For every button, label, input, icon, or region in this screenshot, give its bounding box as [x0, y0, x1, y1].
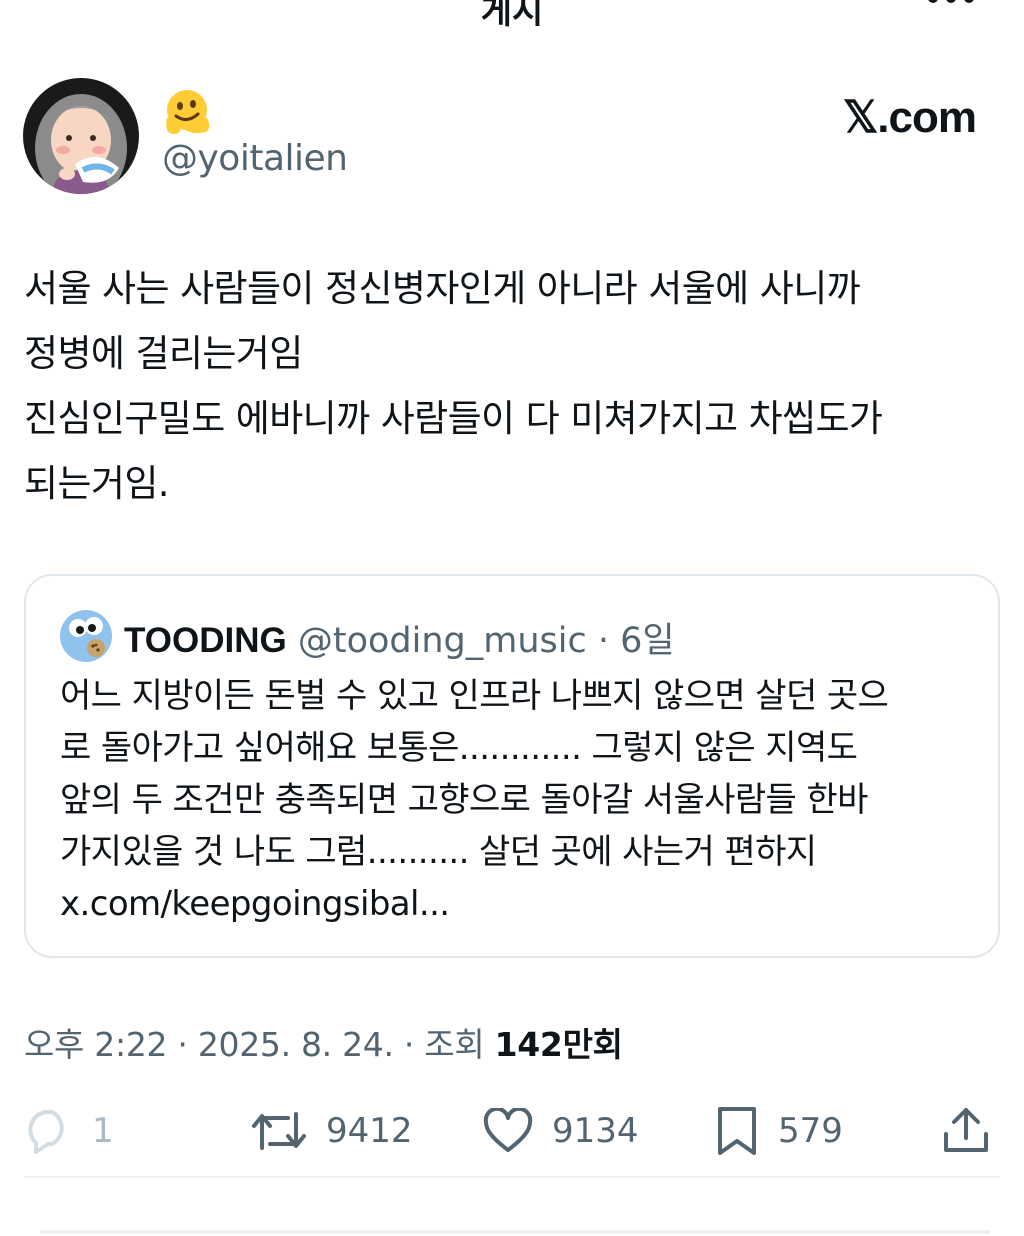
bookmark-button[interactable]: 579 [714, 1098, 843, 1164]
reply-count: 1 [92, 1111, 114, 1151]
bookmark-count: 579 [778, 1111, 843, 1151]
post-date: 2025. 8. 24. [197, 1025, 394, 1064]
quote-text: 어느 지방이든 돈벌 수 있고 인프라 나쁘지 않으면 살던 곳으 로 돌아가고… [60, 676, 889, 924]
quote-avatar [60, 610, 112, 662]
views-label: 조회 [424, 1025, 485, 1064]
quote-header: TOODING @tooding_music · 6일 [124, 612, 675, 663]
x-com-text: .com [877, 93, 977, 142]
action-bar: 1 9412 9134 579 [0, 1098, 1024, 1168]
tweet-meta: 오후 2:22 · 2025. 8. 24. · 조회 142만회 [24, 1018, 623, 1066]
meta-separator: · [403, 1025, 415, 1064]
bookmark-icon [718, 1107, 756, 1155]
quoted-tweet-card[interactable]: TOODING @tooding_music · 6일 어느 지방이든 돈벌 수… [24, 574, 1000, 958]
retweet-count: 9412 [326, 1111, 413, 1151]
quote-author-handle: @tooding_music [297, 621, 587, 661]
like-count: 9134 [552, 1111, 639, 1151]
next-item-edge [40, 1230, 990, 1234]
reply-icon [28, 1110, 64, 1154]
quote-separator: · [597, 621, 609, 661]
views-count[interactable]: 142만 [495, 1025, 593, 1064]
share-icon [944, 1108, 988, 1152]
melting-face-emoji-icon [166, 90, 210, 134]
divider [24, 1176, 1000, 1178]
tweet-text: 서울 사는 사람들이 정신병자인게 아니라 서울에 사니까 정병에 걸리는거임 … [24, 267, 883, 505]
views-unit: 회 [592, 1025, 623, 1064]
quote-timestamp: 6일 [620, 621, 675, 661]
heart-icon [483, 1108, 533, 1152]
reply-button[interactable]: 1 [24, 1098, 114, 1164]
quote-author-name: TOODING [124, 621, 287, 660]
more-dots-icon[interactable] [926, 0, 976, 8]
top-bar: 게시 [0, 0, 1024, 32]
x-com-badge: 𝕏.com [842, 92, 977, 143]
author-handle[interactable]: @yoitalien [162, 138, 348, 179]
share-button[interactable] [940, 1098, 992, 1164]
x-logo-icon: 𝕏 [842, 93, 878, 142]
retweet-icon [252, 1112, 306, 1150]
post-time: 오후 2:22 [24, 1025, 168, 1064]
meta-separator: · [177, 1025, 188, 1064]
retweet-button[interactable]: 9412 [250, 1098, 413, 1164]
page-title: 게시 [480, 0, 544, 32]
like-button[interactable]: 9134 [482, 1098, 639, 1164]
author-avatar[interactable] [23, 78, 139, 194]
